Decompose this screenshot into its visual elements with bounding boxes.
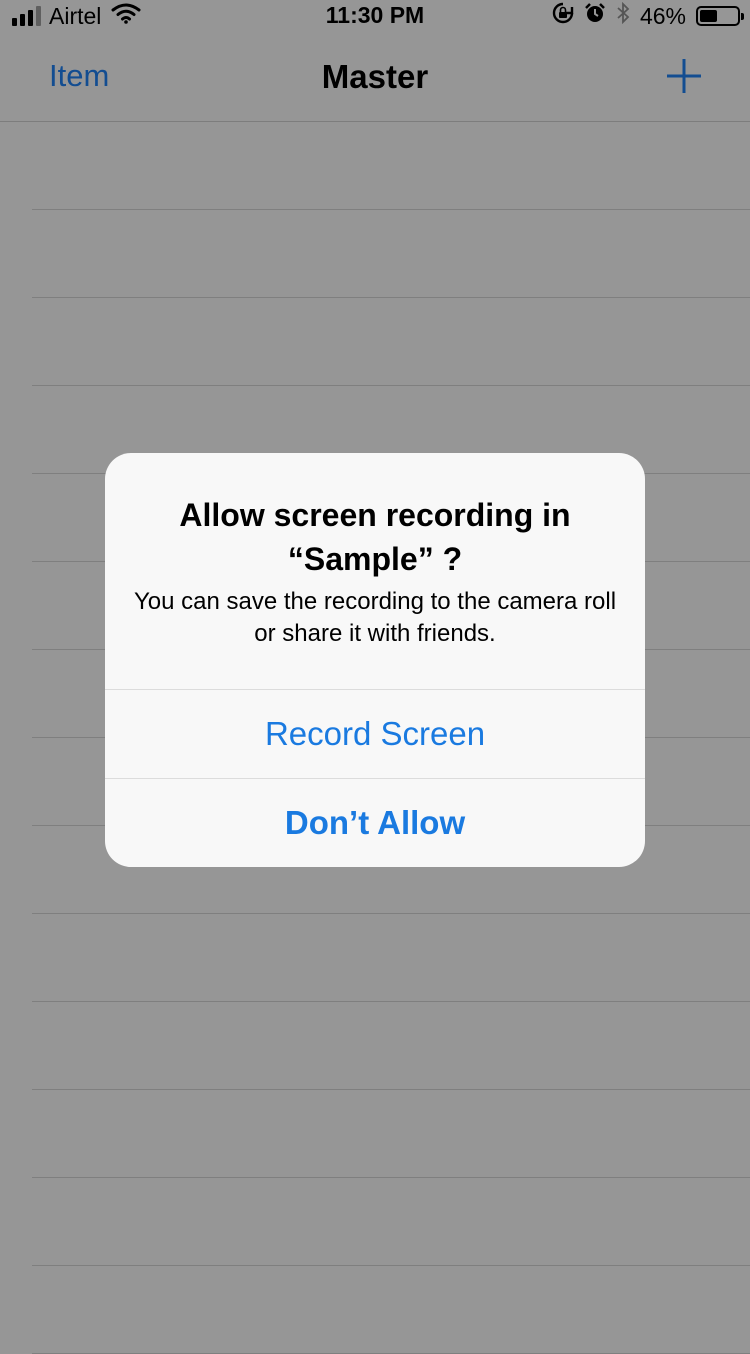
battery-fill — [700, 10, 717, 22]
status-bar: Airtel 11:30 PM 46% — [0, 0, 750, 30]
alarm-icon — [584, 2, 606, 30]
alert-message: You can save the recording to the camera… — [133, 588, 617, 647]
add-button[interactable] — [666, 58, 702, 94]
alert-title: Allow screen recording in “Sample” ? — [179, 497, 571, 577]
record-screen-button[interactable]: Record Screen — [105, 690, 645, 778]
table-row[interactable] — [32, 1090, 750, 1178]
table-row[interactable] — [32, 298, 750, 386]
status-right: 46% — [552, 1, 744, 30]
table-row[interactable] — [32, 1266, 750, 1354]
alert-body: Allow screen recording in “Sample” ? You… — [105, 453, 645, 689]
table-row[interactable] — [32, 914, 750, 1002]
page-title: Master — [321, 58, 429, 95]
table-row[interactable] — [32, 1178, 750, 1266]
table-row[interactable] — [32, 210, 750, 298]
navigation-bar: Item Master — [0, 30, 750, 122]
plus-icon — [667, 59, 701, 93]
table-row[interactable] — [32, 1002, 750, 1090]
bluetooth-icon — [616, 1, 630, 30]
battery-percent: 46% — [639, 2, 686, 29]
battery-icon — [696, 6, 744, 26]
dont-allow-button[interactable]: Don’t Allow — [105, 779, 645, 867]
rotation-lock-icon — [552, 2, 574, 30]
table-row[interactable] — [32, 122, 750, 210]
alert-dialog: Allow screen recording in “Sample” ? You… — [105, 453, 645, 867]
